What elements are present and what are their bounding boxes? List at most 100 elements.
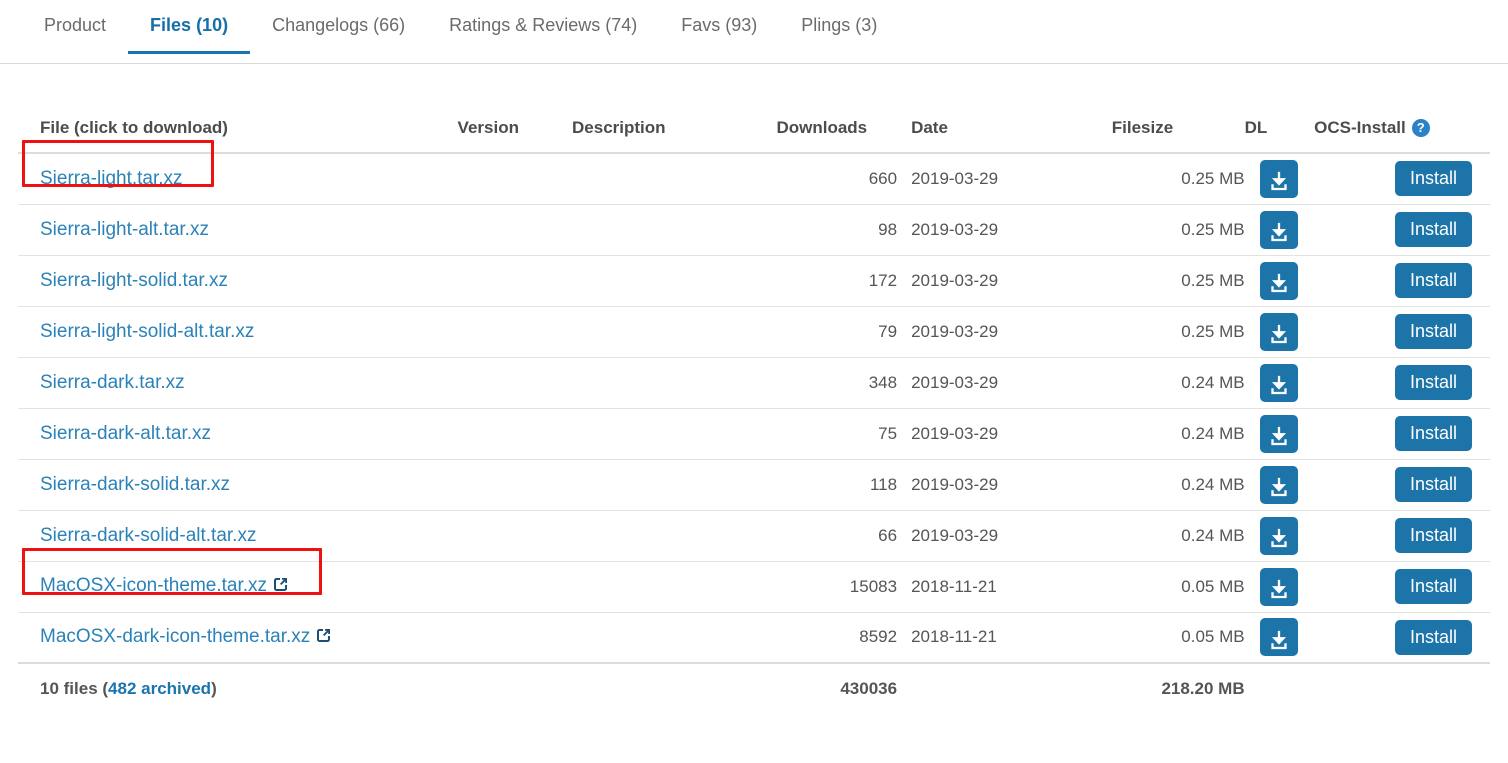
external-link-icon (272, 576, 289, 598)
file-date: 2018-11-21 (897, 612, 1112, 664)
summary-total-downloads: 430036 (776, 662, 898, 714)
table-row: Sierra-light-alt.tar.xz 98 2019-03-29 0.25 … (18, 204, 1490, 256)
archived-files-link[interactable]: 482 archived (108, 679, 211, 698)
file-download-link[interactable]: Sierra-light-solid.tar.xz (40, 270, 228, 291)
file-ocs-cell: Install (1314, 408, 1490, 460)
file-ocs-cell: Install (1314, 510, 1490, 562)
download-button[interactable] (1260, 516, 1299, 555)
download-button[interactable] (1260, 261, 1299, 300)
install-button[interactable]: Install (1394, 314, 1472, 349)
file-date: 2019-03-29 (897, 357, 1112, 409)
file-date: 2019-03-29 (897, 306, 1112, 358)
download-button[interactable] (1260, 363, 1299, 402)
ocs-install-label: OCS-Install (1314, 118, 1406, 137)
files-table-body: Sierra-light.tar.xz 660 2019-03-29 0.25 MB I… (18, 140, 1490, 664)
file-dl-cell (1244, 408, 1315, 460)
download-tray-icon (1260, 578, 1298, 602)
files-table-footer: 10 files (482 archived) 430036 218.20 MB (18, 662, 1490, 714)
download-button[interactable] (1260, 210, 1299, 249)
files-table: File (click to download) Version Descrip… (18, 118, 1490, 714)
tab-files[interactable]: Files (10) (128, 0, 251, 54)
column-header-dl: DL (1244, 118, 1268, 137)
table-row: Sierra-light-solid.tar.xz 172 2019-03-29 0.… (18, 255, 1490, 307)
file-cell: Sierra-light-solid-alt.tar.xz (18, 306, 458, 358)
file-filesize: 0.25 MB (1111, 255, 1245, 307)
file-download-link[interactable]: Sierra-light-solid-alt.tar.xz (40, 321, 254, 342)
file-date: 2019-03-29 (897, 153, 1112, 205)
download-tray-icon (1260, 629, 1298, 653)
file-downloads-count: 75 (776, 408, 898, 460)
install-button[interactable]: Install (1394, 619, 1472, 655)
file-version (457, 153, 573, 205)
file-dl-cell (1244, 510, 1315, 562)
product-tabs: Product Files (10) Changelogs (66) Ratin… (0, 0, 1508, 64)
file-download-link[interactable]: Sierra-light-alt.tar.xz (40, 219, 209, 240)
file-download-link[interactable]: Sierra-dark-solid.tar.xz (40, 474, 230, 495)
download-button[interactable] (1260, 159, 1299, 198)
file-ocs-cell: Install (1314, 612, 1490, 664)
tab-plings[interactable]: Plings (3) (779, 0, 899, 53)
file-filesize: 0.24 MB (1111, 357, 1245, 409)
file-download-link[interactable]: Sierra-dark.tar.xz (40, 372, 185, 393)
download-button[interactable] (1260, 618, 1299, 657)
download-button[interactable] (1260, 567, 1299, 606)
summary-version-empty (457, 662, 573, 714)
download-button[interactable] (1260, 465, 1299, 504)
file-version (457, 612, 573, 664)
table-row: MacOSX-dark-icon-theme.tar.xz 8592 2018-11… (18, 612, 1490, 664)
install-button[interactable]: Install (1394, 518, 1472, 553)
file-description (572, 459, 777, 511)
file-download-link[interactable]: Sierra-dark-solid-alt.tar.xz (40, 525, 256, 546)
download-tray-icon (1260, 272, 1298, 296)
download-button[interactable] (1260, 414, 1299, 453)
file-dl-cell (1244, 459, 1315, 511)
install-button[interactable]: Install (1394, 467, 1472, 502)
file-download-link[interactable]: MacOSX-icon-theme.tar.xz (40, 575, 267, 596)
file-downloads-count: 660 (776, 153, 898, 205)
tab-product[interactable]: Product (22, 0, 128, 53)
file-version (457, 408, 573, 460)
file-filesize: 0.25 MB (1111, 153, 1245, 205)
download-tray-icon (1260, 374, 1298, 398)
download-tray-icon (1260, 476, 1298, 500)
install-button[interactable]: Install (1394, 161, 1472, 197)
column-header-description: Description (572, 118, 666, 137)
install-button[interactable]: Install (1394, 569, 1472, 604)
file-download-link[interactable]: Sierra-dark-alt.tar.xz (40, 423, 211, 444)
table-row: Sierra-dark-solid-alt.tar.xz 66 2019-03-29… (18, 510, 1490, 562)
file-filesize: 0.24 MB (1111, 510, 1245, 562)
file-description (572, 153, 777, 205)
file-download-link[interactable]: Sierra-light.tar.xz (40, 168, 183, 189)
summary-suffix: ) (211, 679, 217, 698)
file-description (572, 357, 777, 409)
file-download-link[interactable]: MacOSX-dark-icon-theme.tar.xz (40, 626, 310, 647)
file-version (457, 204, 573, 256)
file-filesize: 0.24 MB (1111, 408, 1245, 460)
install-button[interactable]: Install (1394, 212, 1472, 247)
file-version (457, 306, 573, 358)
download-tray-icon (1260, 170, 1298, 194)
file-ocs-cell: Install (1314, 561, 1490, 613)
file-dl-cell (1244, 612, 1315, 664)
file-dl-cell (1244, 306, 1315, 358)
file-date: 2019-03-29 (897, 255, 1112, 307)
install-button[interactable]: Install (1394, 416, 1472, 451)
file-description (572, 561, 777, 613)
file-cell: MacOSX-dark-icon-theme.tar.xz (18, 612, 458, 664)
install-button[interactable]: Install (1394, 365, 1472, 400)
file-cell: Sierra-dark-solid.tar.xz (18, 459, 458, 511)
download-tray-icon (1260, 425, 1298, 449)
install-button[interactable]: Install (1394, 263, 1472, 298)
tab-favs[interactable]: Favs (93) (659, 0, 779, 53)
download-button[interactable] (1260, 312, 1299, 351)
summary-prefix: 10 files ( (40, 679, 109, 698)
file-downloads-count: 79 (776, 306, 898, 358)
file-cell: Sierra-light.tar.xz (18, 140, 458, 205)
column-header-downloads: Downloads (776, 118, 868, 137)
tab-ratings-reviews[interactable]: Ratings & Reviews (74) (427, 0, 659, 53)
tab-changelogs[interactable]: Changelogs (66) (250, 0, 427, 53)
file-cell: Sierra-light-alt.tar.xz (18, 204, 458, 256)
help-icon[interactable]: ? (1411, 119, 1430, 137)
file-dl-cell (1244, 204, 1315, 256)
summary-dl-empty (1244, 662, 1315, 714)
